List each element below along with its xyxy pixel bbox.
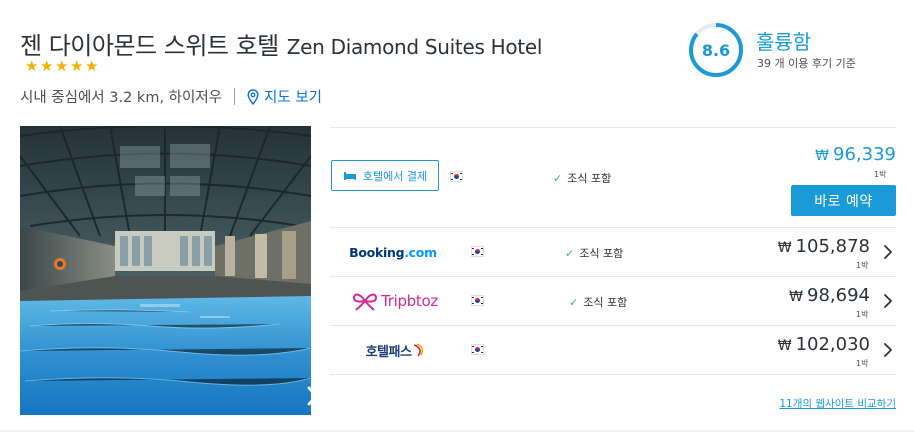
hotel-title: 젠 다이아몬드 스위트 호텔 Zen Diamond Suites Hotel (20, 26, 542, 61)
bed-icon (343, 171, 356, 180)
korea-flag-icon (450, 171, 463, 182)
booking-logo-text: Booking (349, 244, 405, 260)
rating-score: 8.6 (701, 40, 731, 60)
star-rating: ★ ★ ★ ★ ★ (25, 57, 99, 75)
indoor-pool-image (20, 126, 311, 415)
per-night-label: 1박 (856, 261, 869, 270)
per-night-label: 1박 (856, 359, 869, 368)
divider (234, 88, 236, 105)
price-value: 96,339 (833, 144, 896, 165)
swoosh-icon (414, 343, 424, 357)
review-count: 39 개 이용 후기 기준 (757, 57, 856, 70)
location-text: 시내 중심에서 3.2 km, 하이저우 (20, 90, 223, 106)
currency-symbol: ₩ (777, 338, 792, 354)
map-link[interactable]: 지도 보기 (247, 86, 322, 107)
map-pin-icon (247, 88, 259, 105)
korea-flag-icon (471, 344, 484, 355)
booking-logo: Booking .com (328, 228, 458, 276)
breakfast-included: ✓ 조식 포함 (569, 294, 627, 310)
korea-flag-icon (471, 246, 484, 257)
per-night-label: 1박 (856, 310, 869, 319)
star-icon: ★ (40, 57, 54, 75)
tripbtoz-mark-icon (353, 293, 378, 311)
provider-price: ₩105,878 (778, 236, 870, 257)
book-now-button[interactable]: 바로 예약 (791, 185, 896, 216)
star-icon: ★ (85, 57, 99, 75)
provider-row-booking[interactable]: Booking .com ✓ 조식 포함 ₩105,878 1박 (330, 228, 896, 276)
star-icon: ★ (55, 57, 69, 75)
chevron-right-icon (307, 386, 311, 406)
currency-symbol: ₩ (815, 148, 830, 164)
currency-symbol: ₩ (789, 289, 804, 305)
breakfast-label: 조식 포함 (567, 172, 612, 185)
rating-label: 훌륭함 (756, 30, 812, 54)
pay-at-hotel-label: 호텔에서 결제 (362, 169, 428, 183)
divider (330, 374, 896, 375)
chevron-right-icon (884, 294, 892, 308)
check-icon: ✓ (569, 295, 579, 309)
hotelpass-logo-text: 호텔패스 (365, 344, 412, 360)
check-icon: ✓ (565, 246, 575, 260)
compare-sites-link[interactable]: 11개의 웹사이트 비교하기 (779, 396, 896, 411)
provider-row-tripbtoz[interactable]: Tripbtoz ✓ 조식 포함 ₩98,694 1박 (330, 277, 896, 325)
star-icon: ★ (25, 57, 39, 75)
pay-at-hotel-button[interactable]: 호텔에서 결제 (331, 160, 439, 191)
star-icon: ★ (70, 57, 84, 75)
currency-symbol: ₩ (777, 240, 792, 256)
price-value: 105,878 (795, 236, 870, 257)
tripbtoz-logo: Tripbtoz (330, 277, 460, 325)
divider (330, 127, 896, 128)
price-value: 98,694 (807, 285, 870, 306)
map-link-label: 지도 보기 (264, 90, 322, 106)
tripbtoz-logo-text: Tripbtoz (381, 292, 438, 310)
chevron-right-icon (884, 245, 892, 259)
booking-logo-domain: .com (404, 244, 437, 260)
hotel-name-korean: 젠 다이아몬드 스위트 호텔 (20, 32, 279, 60)
breakfast-label: 조식 포함 (579, 247, 624, 260)
hotel-name-english: Zen Diamond Suites Hotel (286, 35, 543, 59)
breakfast-included: ✓ 조식 포함 (553, 170, 611, 186)
featured-price: ₩96,339 (815, 144, 896, 165)
provider-price: ₩98,694 (789, 285, 870, 306)
per-night-label: 1박 (874, 170, 887, 179)
photo-next-button[interactable] (302, 381, 311, 411)
hotelpass-logo: 호텔패스 (330, 326, 460, 374)
location-row: 시내 중심에서 3.2 km, 하이저우 지도 보기 (20, 86, 322, 107)
korea-flag-icon (471, 295, 484, 306)
check-icon: ✓ (553, 171, 563, 185)
breakfast-included: ✓ 조식 포함 (565, 245, 623, 261)
hotel-photo[interactable] (20, 126, 311, 415)
provider-price: ₩102,030 (778, 334, 870, 355)
chevron-right-icon (884, 343, 892, 357)
price-value: 102,030 (795, 334, 870, 355)
provider-row-hotelpass[interactable]: 호텔패스 ₩102,030 1박 (330, 326, 896, 374)
breakfast-label: 조식 포함 (583, 296, 628, 309)
